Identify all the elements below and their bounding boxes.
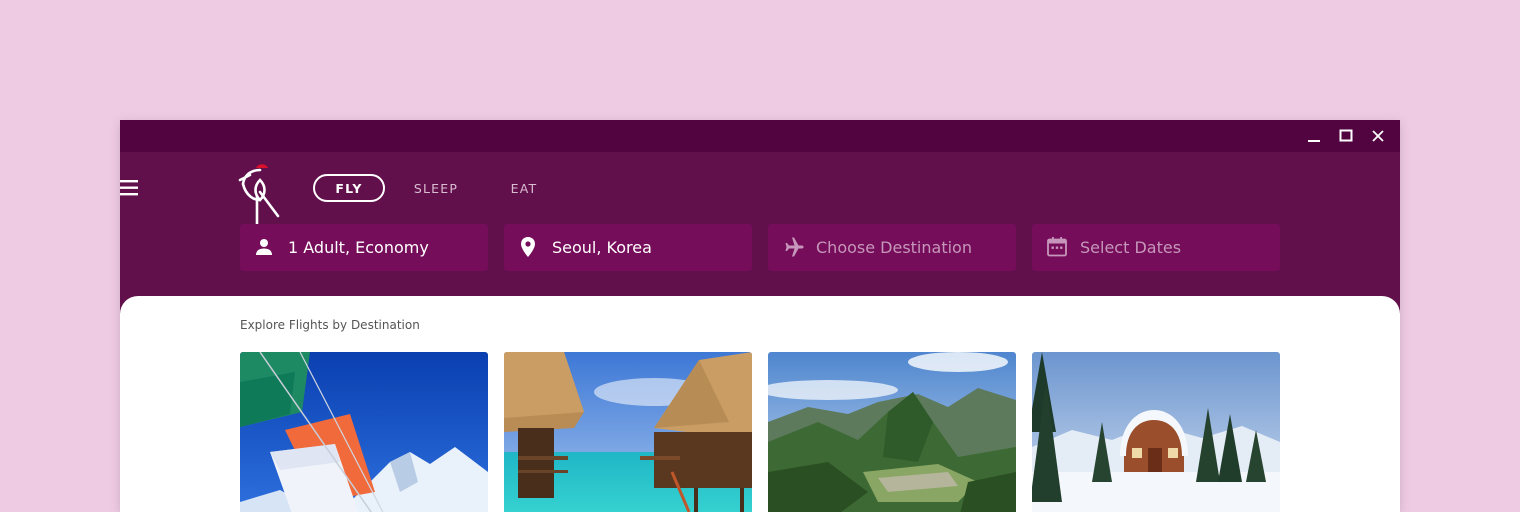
minimize-icon[interactable] [1306,128,1322,144]
passengers-field[interactable]: 1 Adult, Economy [240,224,488,271]
tab-eat[interactable]: EAT [504,174,544,202]
explore-title: Explore Flights by Destination [240,318,420,332]
snowy-cabin-photo [1032,352,1280,512]
overwater-bungalows-photo [504,352,752,512]
destination-card-bungalows[interactable] [504,352,752,512]
machu-picchu-photo [768,352,1016,512]
location-pin-icon [518,236,540,258]
destination-card-machu-picchu[interactable] [768,352,1016,512]
app-window: FLY SLEEP EAT 1 Adult, Economy Seoul, Ko… [120,120,1400,512]
origin-field[interactable]: Seoul, Korea [504,224,752,271]
origin-value: Seoul, Korea [552,238,652,257]
title-bar [120,120,1400,152]
person-icon [254,236,276,258]
destination-card-prayer-flags[interactable] [240,352,488,512]
crane-logo-icon[interactable] [236,162,282,226]
calendar-icon [1046,236,1068,258]
tab-sleep[interactable]: SLEEP [406,174,466,202]
passengers-value: 1 Adult, Economy [288,238,429,257]
dates-placeholder: Select Dates [1080,238,1182,257]
airplane-icon [782,236,804,258]
destination-placeholder: Choose Destination [816,238,972,257]
prayer-flags-mountain-photo [240,352,488,512]
hamburger-menu-icon[interactable] [120,178,140,198]
explore-section: Explore Flights by Destination [120,296,1400,512]
close-icon[interactable] [1370,128,1386,144]
maximize-icon[interactable] [1338,128,1354,144]
destination-card-snow-cabin[interactable] [1032,352,1280,512]
dates-field[interactable]: Select Dates [1032,224,1280,271]
destination-field[interactable]: Choose Destination [768,224,1016,271]
tab-fly[interactable]: FLY [313,174,385,202]
